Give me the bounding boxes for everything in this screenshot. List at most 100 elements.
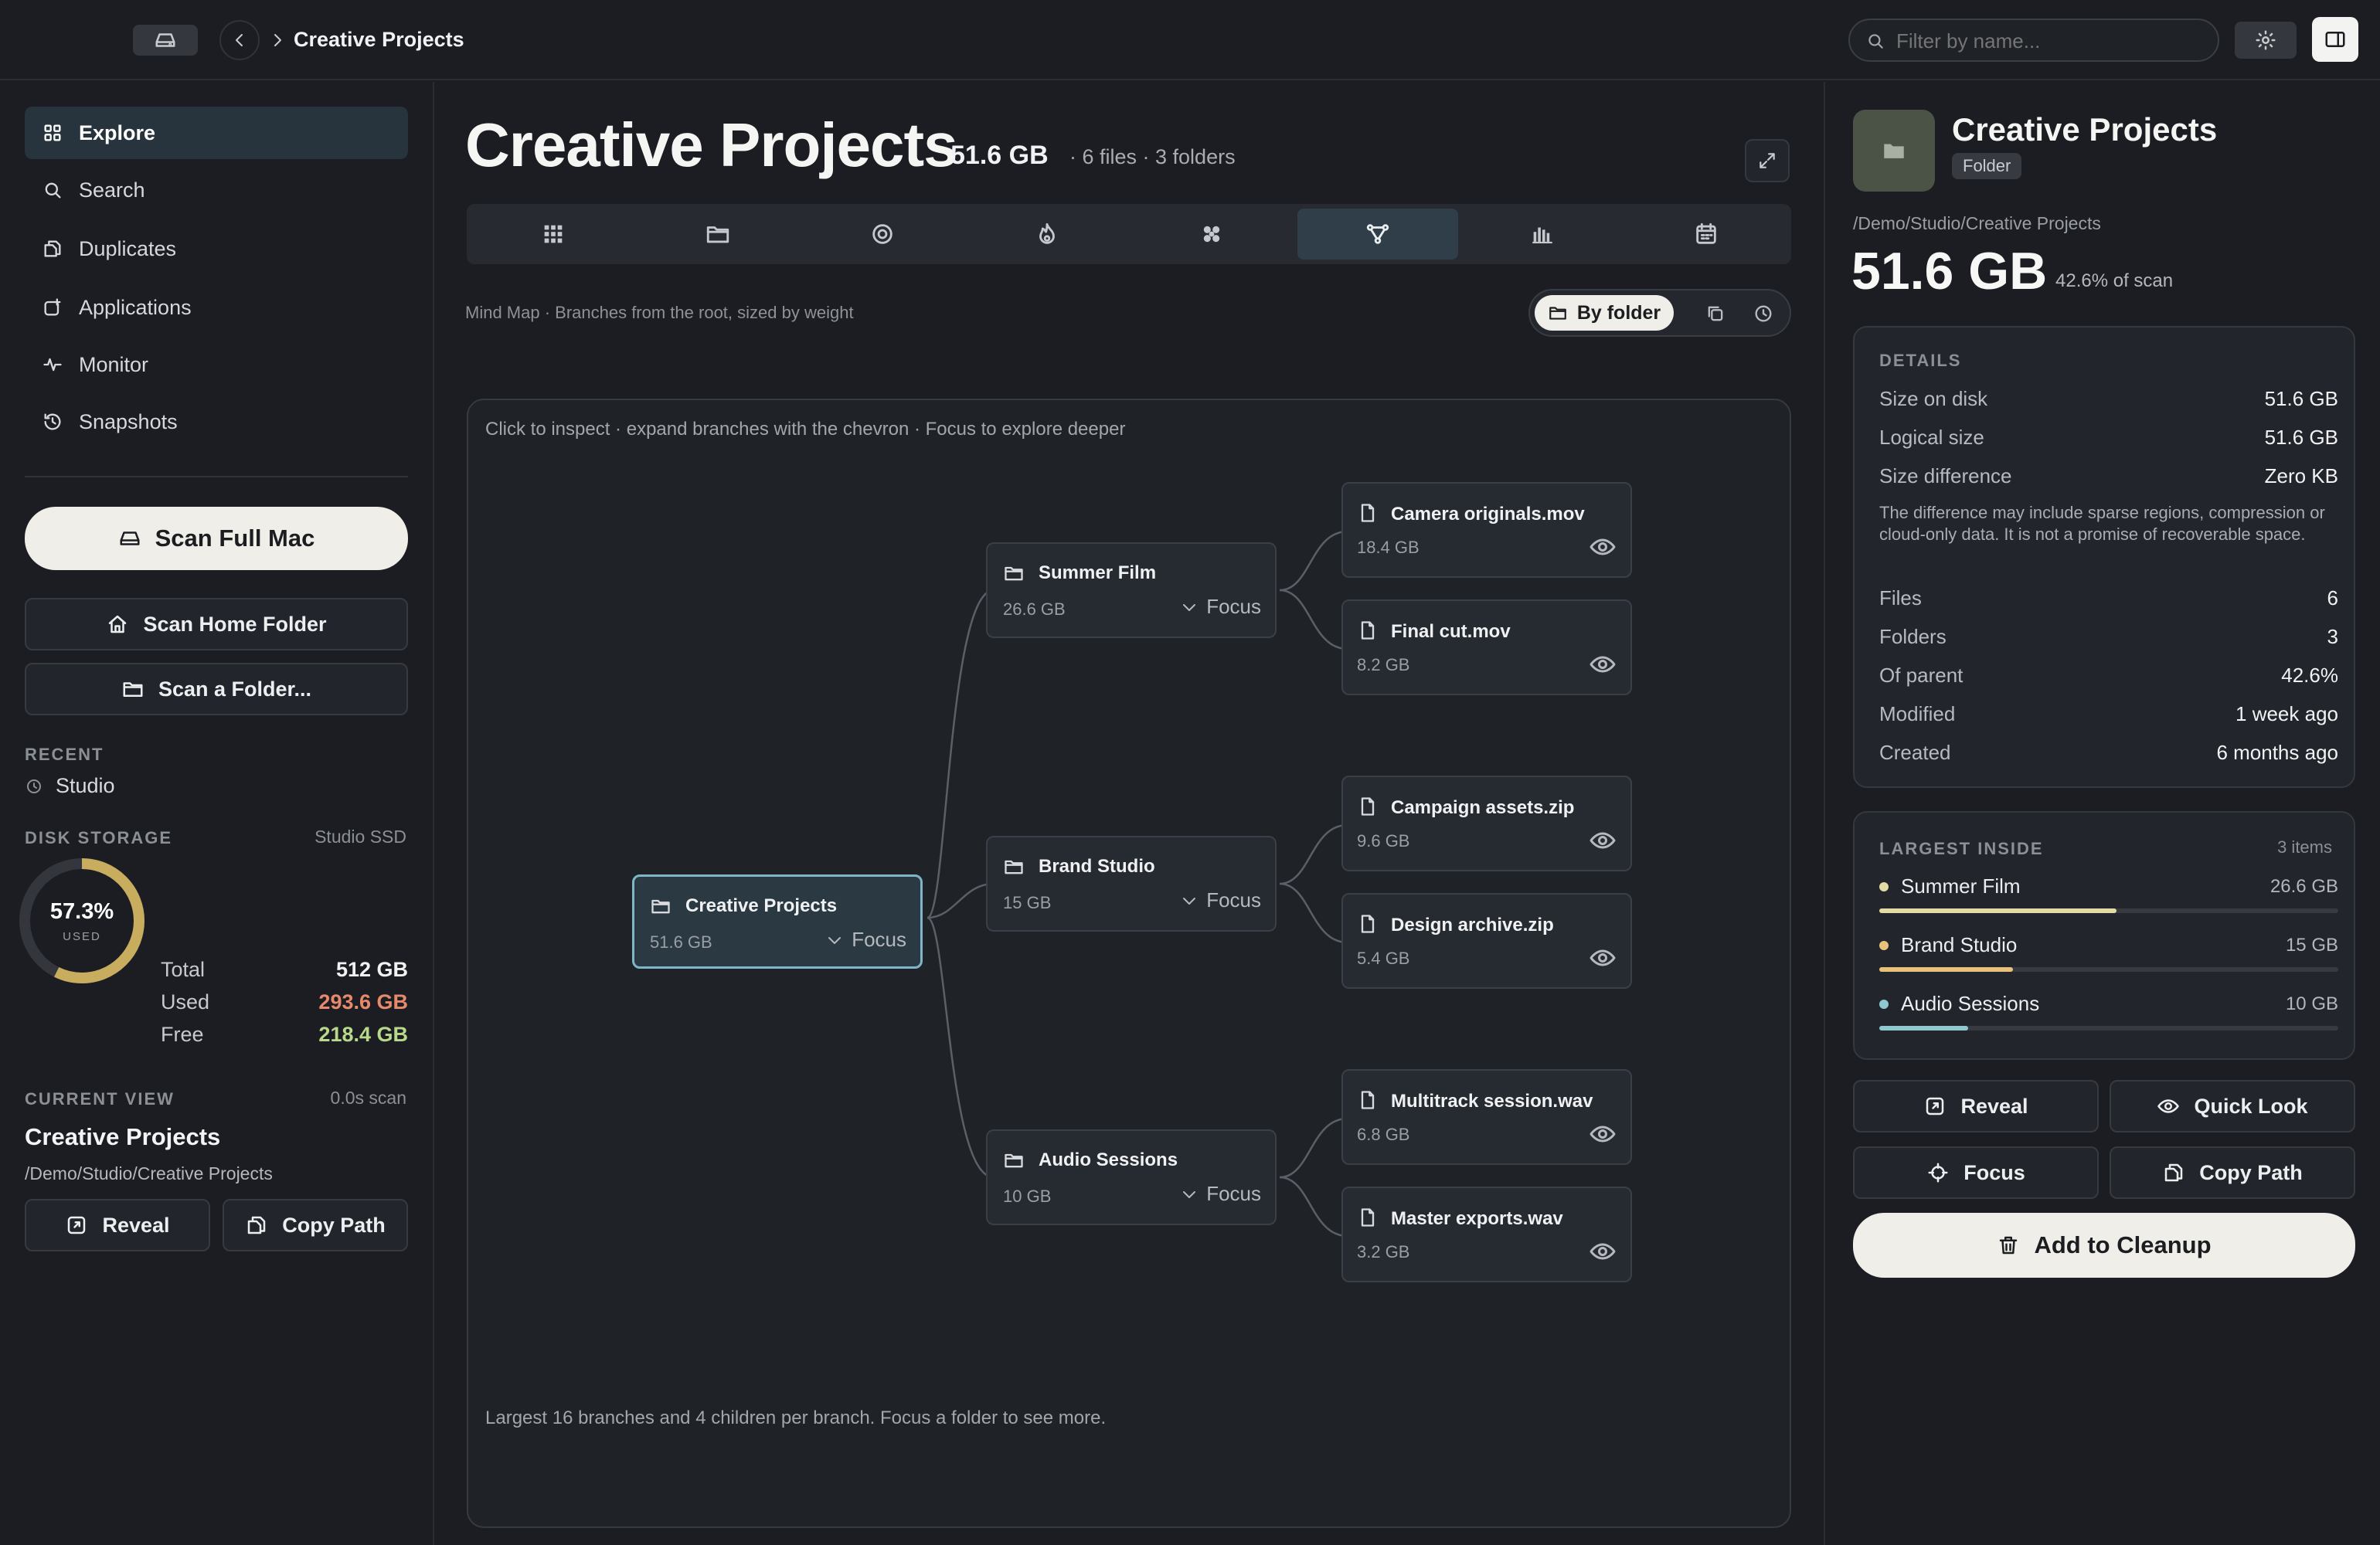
scan-folder-button[interactable]: Scan a Folder...	[25, 663, 408, 715]
reveal-icon	[68, 1216, 86, 1234]
file-icon	[1361, 915, 1375, 933]
drive-icon	[155, 33, 175, 47]
tab-bar-chart[interactable]	[1462, 209, 1623, 260]
file-size: 5.4 GB	[1357, 949, 1410, 968]
largest-item[interactable]: Brand Studio 15 GB	[1879, 933, 2338, 980]
mindmap-node-brand-studio[interactable]: Brand Studio 15 GB Focus	[986, 836, 1277, 932]
chevron-down-icon	[1183, 897, 1196, 905]
file-size: 3.2 GB	[1357, 1242, 1410, 1261]
expand-icon	[1760, 153, 1775, 168]
scan-home-folder-button[interactable]: Scan Home Folder	[25, 598, 408, 650]
history-icon	[44, 413, 61, 430]
back-button[interactable]	[219, 20, 260, 60]
link-summer-camera	[1279, 530, 1348, 592]
sidebar-item-label: Explore	[79, 121, 156, 144]
mindmap-file-camera-originals[interactable]: Camera originals.mov 18.4 GB	[1341, 482, 1632, 578]
link-brand-design	[1279, 882, 1348, 944]
details-card: DETAILS Size on disk 51.6 GB Logical size…	[1853, 326, 2355, 788]
sidebar-item-explore[interactable]: Explore	[25, 107, 408, 159]
trash-icon	[2000, 1236, 2018, 1255]
forward-button[interactable]	[266, 28, 289, 53]
drive-button[interactable]	[133, 25, 198, 56]
node-title: Creative Projects	[685, 895, 838, 916]
largest-item[interactable]: Audio Sessions 10 GB	[1879, 992, 2338, 1038]
focus-button[interactable]: Focus	[1853, 1146, 2099, 1199]
folder-icon	[706, 226, 729, 243]
eye-icon[interactable]	[1589, 533, 1617, 561]
inspector-toggle-button[interactable]	[2312, 17, 2358, 62]
tab-folders[interactable]	[638, 209, 798, 260]
eye-icon[interactable]	[1589, 1238, 1617, 1265]
add-to-cleanup-button[interactable]: Add to Cleanup	[1853, 1213, 2355, 1278]
sidebar-item-snapshots[interactable]: Snapshots	[25, 396, 408, 448]
mindmap-node-root[interactable]: Creative Projects 51.6 GB Focus	[632, 874, 923, 969]
expand-button[interactable]	[1745, 139, 1790, 182]
tab-flame[interactable]	[967, 209, 1127, 260]
mindmap-canvas: Click to inspect · expand branches with …	[467, 399, 1791, 1528]
sidebar-item-label: Applications	[79, 295, 192, 319]
chevron-down-icon	[1183, 603, 1196, 611]
file-title: Camera originals.mov	[1391, 504, 1585, 525]
focus-button[interactable]: Focus	[1180, 888, 1261, 912]
focus-button[interactable]: Focus	[1180, 1182, 1261, 1206]
copy-path-button[interactable]: Copy Path	[2110, 1146, 2355, 1199]
mindmap-file-campaign-assets[interactable]: Campaign assets.zip 9.6 GB	[1341, 776, 1632, 871]
mindmap-icon	[1366, 224, 1389, 244]
largest-item[interactable]: Summer Film 26.6 GB	[1879, 874, 2338, 921]
breadcrumb[interactable]: Creative Projects	[294, 28, 464, 52]
progress-fill	[1879, 908, 2116, 913]
mindmap-node-audio-sessions[interactable]: Audio Sessions 10 GB Focus	[986, 1129, 1277, 1225]
sidebar-item-duplicates[interactable]: Duplicates	[25, 222, 408, 275]
tab-sunburst[interactable]	[802, 209, 963, 260]
chevron-down-icon	[828, 936, 842, 944]
chevron-right-icon	[274, 34, 281, 46]
eye-icon[interactable]	[1589, 944, 1617, 972]
settings-button[interactable]	[2235, 22, 2297, 59]
mindmap-file-master-exports[interactable]: Master exports.wav 3.2 GB	[1341, 1187, 1632, 1282]
history-button[interactable]	[1753, 303, 1774, 324]
mindmap-file-multitrack-session[interactable]: Multitrack session.wav 6.8 GB	[1341, 1069, 1632, 1165]
focus-button[interactable]: Focus	[1180, 595, 1261, 619]
detail-row: Of parent 42.6%	[1879, 663, 2338, 687]
file-title: Master exports.wav	[1391, 1208, 1563, 1229]
scan-full-mac-button[interactable]: Scan Full Mac	[25, 507, 408, 570]
inspector-panel: Creative Projects Folder /Demo/Studio/Cr…	[1824, 82, 2380, 1545]
mindmap-file-final-cut[interactable]: Final cut.mov 8.2 GB	[1341, 599, 1632, 695]
tab-calendar[interactable]	[1626, 209, 1787, 260]
sidebar-item-search[interactable]: Search	[25, 164, 408, 216]
filter-field[interactable]	[1848, 19, 2219, 62]
inspector-path: /Demo/Studio/Creative Projects	[1853, 213, 2101, 233]
app-icon	[44, 298, 61, 316]
tab-treemap[interactable]	[473, 209, 634, 260]
copy-path-button[interactable]: Copy Path	[223, 1199, 408, 1251]
duplicate-icon	[44, 240, 61, 257]
sidebar-item-applications[interactable]: Applications	[25, 281, 408, 334]
clock-icon	[1755, 305, 1772, 322]
sunburst-icon	[872, 224, 892, 244]
inspector-folder-thumb	[1853, 110, 1935, 192]
filter-input[interactable]	[1896, 28, 2205, 54]
mindmap-file-design-archive[interactable]: Design archive.zip 5.4 GB	[1341, 893, 1632, 989]
node-title: Brand Studio	[1039, 856, 1155, 877]
quick-look-button[interactable]: Quick Look	[2110, 1080, 2355, 1132]
eye-icon[interactable]	[1589, 1120, 1617, 1148]
detail-row: Logical size 51.6 GB	[1879, 425, 2338, 449]
eye-icon[interactable]	[1589, 827, 1617, 854]
reveal-button[interactable]: Reveal	[1853, 1080, 2099, 1132]
by-folder-button[interactable]: By folder	[1535, 295, 1674, 331]
focus-button[interactable]: Focus	[825, 928, 906, 952]
tab-mindmap[interactable]	[1297, 209, 1458, 260]
gear-icon	[2256, 30, 2276, 50]
eye-icon[interactable]	[1589, 650, 1617, 678]
mindmap-node-summer-film[interactable]: Summer Film 26.6 GB Focus	[986, 542, 1277, 638]
file-size: 9.6 GB	[1357, 831, 1410, 851]
tab-bubbles[interactable]	[1131, 209, 1292, 260]
copy-view-button[interactable]	[1705, 303, 1726, 324]
reveal-button[interactable]: Reveal	[25, 1199, 210, 1251]
file-title: Multitrack session.wav	[1391, 1091, 1593, 1112]
recent-item-studio[interactable]: Studio	[25, 774, 115, 798]
detail-row: Files 6	[1879, 586, 2338, 610]
main-content: Creative Projects 51.6 GB · 6 files · 3 …	[436, 82, 1822, 1545]
sidebar-item-monitor[interactable]: Monitor	[25, 338, 408, 391]
crosshair-icon	[1928, 1163, 1948, 1183]
